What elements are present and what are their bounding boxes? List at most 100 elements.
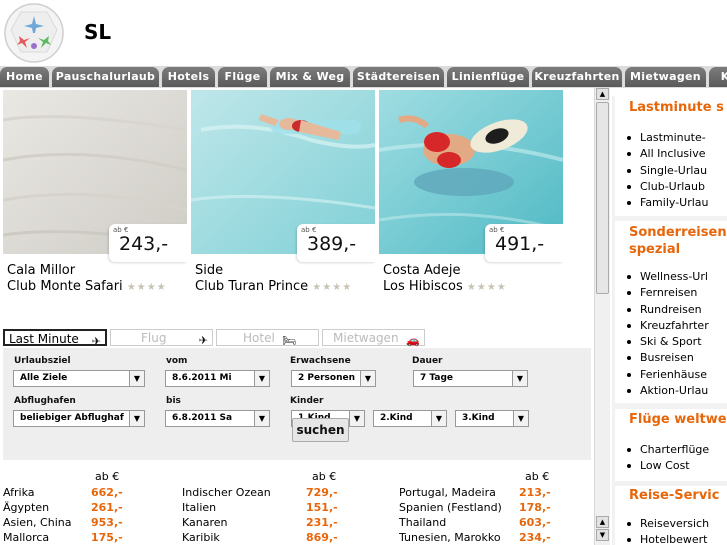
destination[interactable]: Indischer Ozean	[182, 486, 271, 499]
nav-tab-flüge[interactable]: Flüge	[218, 67, 267, 87]
nav-tab-hotels[interactable]: Hotels	[162, 67, 215, 87]
hotel-name[interactable]: Los Hibiscos	[383, 279, 463, 294]
destination[interactable]: Portugal, Madeira	[399, 486, 496, 499]
price[interactable]: 261,-	[91, 501, 123, 514]
list-item[interactable]: Portugal, Madeira 213,-	[399, 486, 551, 499]
list-item[interactable]: Mallorca 175,-	[3, 531, 123, 544]
dauer-select[interactable]: 7 Tage ▼	[413, 370, 528, 387]
sidebar-item[interactable]: Busreisen	[623, 350, 709, 366]
scroll-down-icon[interactable]: ▼	[596, 529, 609, 541]
nav-tab-ko[interactable]: Ko	[709, 67, 727, 87]
destination[interactable]: Italien	[182, 501, 216, 514]
price[interactable]: 662,-	[91, 486, 123, 499]
hotel-name[interactable]: Club Monte Safari	[7, 279, 123, 294]
sidebar-item[interactable]: Club-Urlaub	[623, 179, 709, 195]
hotel-name-line[interactable]: Club Monte Safari ★★★★	[7, 279, 167, 294]
price[interactable]: 175,-	[91, 531, 123, 544]
abflughafen-select[interactable]: beliebiger Abflughaf ▼	[13, 410, 145, 427]
price[interactable]: 729,-	[306, 486, 338, 499]
destination[interactable]: Ägypten	[3, 501, 49, 514]
sidebar-heading[interactable]: Lastminute s	[629, 100, 724, 115]
sidebar-item[interactable]: Charterflüge	[623, 442, 709, 458]
destination[interactable]: Asien, China	[3, 516, 71, 529]
destination[interactable]: Thailand	[399, 516, 446, 529]
scroll-up-icon[interactable]: ▲	[596, 88, 609, 100]
erwachsene-select[interactable]: 2 Personen ▼	[291, 370, 376, 387]
price[interactable]: 869,-	[306, 531, 338, 544]
list-item[interactable]: Asien, China 953,-	[3, 516, 123, 529]
urlaubsziel-select[interactable]: Alle Ziele ▼	[13, 370, 145, 387]
kind2-select[interactable]: 2.Kind ▼	[373, 410, 447, 427]
list-item[interactable]: Afrika 662,-	[3, 486, 123, 499]
price[interactable]: 603,-	[519, 516, 551, 529]
sidebar-item[interactable]: Kreuzfahrter	[623, 318, 709, 334]
destination[interactable]: Karibik	[182, 531, 220, 544]
destination[interactable]: Mallorca	[3, 531, 49, 544]
tab-last-minute[interactable]: Last Minute ✈	[3, 329, 107, 348]
sidebar-item[interactable]: Reiseversich	[623, 516, 709, 532]
sidebar-item[interactable]: All Inclusive	[623, 146, 709, 162]
sidebar-item[interactable]: Ski & Sport	[623, 334, 709, 350]
scrollbar[interactable]: ▲ ▲ ▼	[594, 88, 610, 545]
sidebar-item[interactable]: Wellness-Url	[623, 269, 709, 285]
nav-tab-linienflüge[interactable]: Linienflüge	[447, 67, 529, 87]
sidebar-item[interactable]: Hotelbewert	[623, 532, 709, 545]
logo[interactable]	[3, 2, 65, 64]
sidebar-item[interactable]: Rundreisen	[623, 302, 709, 318]
price[interactable]: 231,-	[306, 516, 338, 529]
list-item[interactable]: Ägypten 261,-	[3, 501, 123, 514]
hotel-name[interactable]: Club Turan Prince	[195, 279, 308, 294]
site-title[interactable]: SL	[84, 20, 111, 44]
hotel-card[interactable]: ab € 243,- Cala Millor Club Monte Safari…	[3, 90, 187, 296]
sidebar-item[interactable]: Family-Urlau	[623, 195, 709, 211]
nav-tab-mix-weg[interactable]: Mix & Weg	[270, 67, 350, 87]
hotel-name-line[interactable]: Club Turan Prince ★★★★★	[195, 279, 352, 296]
hotel-city[interactable]: Cala Millor	[7, 263, 75, 278]
hotel-name-line[interactable]: Los Hibiscos ★★★★	[383, 279, 507, 294]
price[interactable]: 213,-	[519, 486, 551, 499]
price[interactable]: 178,-	[519, 501, 551, 514]
kind3-select[interactable]: 3.Kind ▼	[455, 410, 529, 427]
nav-tab-home[interactable]: Home	[0, 67, 49, 87]
vom-date-select[interactable]: 8.6.2011 Mi ▼	[165, 370, 270, 387]
sidebar-heading[interactable]: Sonderreisen spezial	[629, 224, 727, 258]
sidebar-item[interactable]: Ferienhäuse	[623, 367, 709, 383]
list-item[interactable]: Indischer Ozean 729,-	[182, 486, 338, 499]
price[interactable]: 953,-	[91, 516, 123, 529]
sidebar-heading[interactable]: Reise-Servic	[629, 488, 719, 503]
tab-mietwagen[interactable]: Mietwagen 🚗	[322, 329, 425, 347]
destination[interactable]: Kanaren	[182, 516, 228, 529]
destination[interactable]: Afrika	[3, 486, 35, 499]
hotel-city[interactable]: Costa Adeje	[383, 263, 461, 278]
list-item[interactable]: Spanien (Festland) 178,-	[399, 501, 551, 514]
destination[interactable]: Tunesien, Marokko	[399, 531, 501, 544]
sidebar-panel: Reise-Servic Reiseversich Hotelbewert	[615, 486, 727, 545]
nav-tab-städtereisen[interactable]: Städtereisen	[353, 67, 444, 87]
search-button[interactable]: suchen	[292, 418, 349, 442]
price[interactable]: 234,-	[519, 531, 551, 544]
hotel-card[interactable]: ab € 491,- Costa Adeje Los Hibiscos ★★★★	[379, 90, 563, 296]
sidebar-item[interactable]: Lastminute-	[623, 130, 709, 146]
nav-tab-pauschalurlaub[interactable]: Pauschalurlaub	[52, 67, 159, 87]
nav-tab-kreuzfahrten[interactable]: Kreuzfahrten	[532, 67, 622, 87]
destination[interactable]: Spanien (Festland)	[399, 501, 502, 514]
sidebar-item[interactable]: Fernreisen	[623, 285, 709, 301]
hotel-card[interactable]: ab € 389,- Side Club Turan Prince ★★★★★	[191, 90, 375, 296]
scroll-up-icon[interactable]: ▲	[596, 516, 609, 528]
list-item[interactable]: Karibik 869,-	[182, 531, 338, 544]
price[interactable]: 151,-	[306, 501, 338, 514]
tab-flug[interactable]: Flug ✈	[110, 329, 213, 347]
tab-hotel[interactable]: Hotel 🛏	[216, 329, 319, 347]
nav-tab-mietwagen[interactable]: Mietwagen	[625, 67, 706, 87]
sidebar-item[interactable]: Aktion-Urlau	[623, 383, 709, 399]
sidebar-item[interactable]: Low Cost	[623, 458, 709, 474]
list-item[interactable]: Tunesien, Marokko 234,-	[399, 531, 551, 544]
list-item[interactable]: Kanaren 231,-	[182, 516, 338, 529]
list-item[interactable]: Thailand 603,-	[399, 516, 551, 529]
list-item[interactable]: Italien 151,-	[182, 501, 338, 514]
scrollbar-thumb[interactable]	[596, 102, 609, 294]
sidebar-item[interactable]: Single-Urlau	[623, 163, 709, 179]
hotel-city[interactable]: Side	[195, 263, 223, 278]
sidebar-heading[interactable]: Flüge weltwe	[629, 412, 727, 427]
bis-date-select[interactable]: 6.8.2011 Sa ▼	[165, 410, 270, 427]
